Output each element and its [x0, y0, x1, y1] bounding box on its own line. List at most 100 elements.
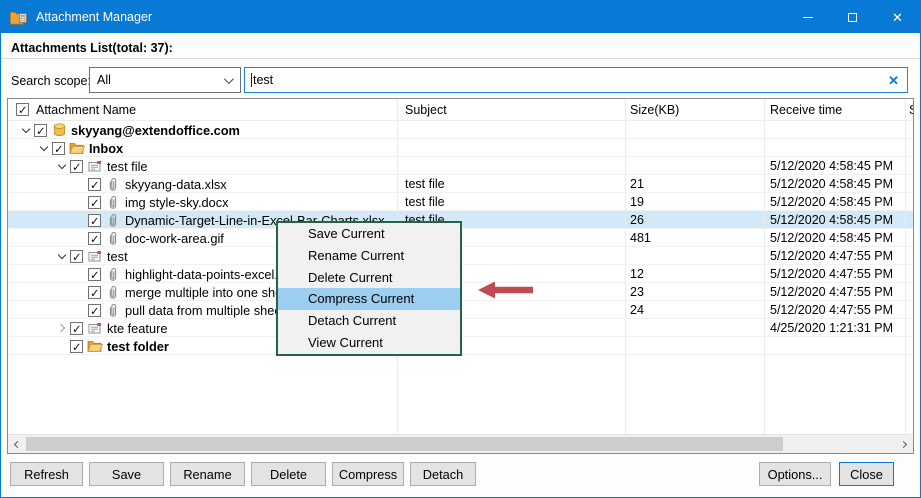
- account-icon: [51, 122, 67, 138]
- attachment-name-text: Inbox: [89, 140, 124, 156]
- attachment-name-text: test file: [107, 158, 148, 174]
- scrollbar-thumb[interactable]: [26, 437, 783, 451]
- minimize-icon: [802, 16, 813, 18]
- expander-expanded-icon[interactable]: [17, 122, 34, 139]
- mail-icon: [87, 320, 103, 336]
- row-checkbox[interactable]: [70, 339, 83, 354]
- search-scope-label: Search scope:: [11, 74, 91, 88]
- row-name-cell: Inbox: [8, 139, 123, 157]
- attachment-manager-window: Attachment Manager ✕ Attachments List(to…: [0, 0, 921, 498]
- size-cell: 23: [630, 285, 644, 299]
- receive-time-cell: 5/12/2020 4:58:45 PM: [770, 231, 894, 245]
- column-attachment-name[interactable]: Attachment Name: [36, 103, 136, 117]
- attachments-total-label: Attachments List(total: 37):: [11, 41, 173, 55]
- close-button[interactable]: ✕: [875, 1, 920, 33]
- compress-button[interactable]: Compress: [332, 462, 404, 486]
- mail-icon: [87, 248, 103, 264]
- minimize-button[interactable]: [785, 1, 830, 33]
- row-name-cell: kte feature: [8, 319, 167, 337]
- column-subject[interactable]: Subject: [405, 103, 447, 117]
- receive-time-cell: 5/12/2020 4:58:45 PM: [770, 159, 894, 173]
- search-scope-value: All: [97, 73, 111, 87]
- select-all-checkbox[interactable]: [16, 103, 29, 117]
- column-size[interactable]: Size(KB): [630, 103, 679, 117]
- menu-item-compress-current[interactable]: Compress Current: [278, 288, 460, 311]
- row-name-cell: doc-work-area.gif: [8, 229, 224, 247]
- tree-row[interactable]: Inbox: [8, 139, 913, 157]
- detach-button[interactable]: Detach: [410, 462, 476, 486]
- expander-expanded-icon[interactable]: [53, 158, 70, 175]
- receive-time-cell: 5/12/2020 4:47:55 PM: [770, 285, 894, 299]
- tree-row[interactable]: img style-sky.docx test file 19 5/12/2020 4…: [8, 193, 913, 211]
- maximize-icon: [848, 12, 857, 22]
- column-truncated[interactable]: S: [909, 103, 913, 117]
- subject-cell: test file: [405, 177, 445, 191]
- row-checkbox[interactable]: [88, 231, 101, 246]
- paperclip-icon: [105, 176, 121, 192]
- row-checkbox[interactable]: [88, 195, 101, 210]
- close-dialog-button[interactable]: Close: [839, 462, 894, 486]
- receive-time-cell: 5/12/2020 4:58:45 PM: [770, 195, 894, 209]
- refresh-button[interactable]: Refresh: [10, 462, 83, 486]
- receive-time-cell: 5/12/2020 4:58:45 PM: [770, 177, 894, 191]
- menu-item-view-current[interactable]: View Current: [278, 332, 460, 354]
- row-checkbox[interactable]: [88, 303, 101, 318]
- row-name-cell: highlight-data-points-excel.: [8, 265, 278, 283]
- search-input[interactable]: test ✕: [244, 67, 908, 93]
- folder-icon: [69, 140, 85, 156]
- receive-time-cell: 5/12/2020 4:58:45 PM: [770, 213, 894, 227]
- column-receive-time[interactable]: Receive time: [770, 103, 842, 117]
- row-name-cell: skyyang@extendoffice.com: [8, 121, 240, 139]
- save-button[interactable]: Save: [89, 462, 164, 486]
- menu-item-rename-current[interactable]: Rename Current: [278, 245, 460, 267]
- chevron-down-icon: [223, 74, 234, 85]
- tree-row[interactable]: skyyang@extendoffice.com: [8, 121, 913, 139]
- row-checkbox[interactable]: [88, 267, 101, 282]
- app-icon: [10, 10, 27, 25]
- row-checkbox[interactable]: [70, 249, 83, 264]
- receive-time-cell: 4/25/2020 1:21:31 PM: [770, 321, 894, 335]
- row-name-cell: merge multiple into one shee: [8, 283, 289, 301]
- row-checkbox[interactable]: [88, 285, 101, 300]
- clear-search-icon[interactable]: ✕: [888, 73, 899, 89]
- row-checkbox[interactable]: [52, 141, 65, 156]
- row-checkbox[interactable]: [34, 123, 47, 138]
- menu-item-save-current[interactable]: Save Current: [278, 223, 460, 245]
- row-checkbox[interactable]: [70, 321, 83, 336]
- row-name-cell: test: [8, 247, 128, 265]
- receive-time-cell: 5/12/2020 4:47:55 PM: [770, 249, 894, 263]
- menu-item-delete-current[interactable]: Delete Current: [278, 267, 460, 289]
- horizontal-scrollbar[interactable]: [8, 434, 913, 453]
- row-checkbox[interactable]: [88, 177, 101, 192]
- size-cell: 481: [630, 231, 651, 245]
- header-separator: [1, 58, 920, 59]
- scroll-left-icon[interactable]: [8, 435, 25, 453]
- search-scope-dropdown[interactable]: All: [89, 67, 241, 93]
- expander-expanded-icon[interactable]: [35, 140, 52, 157]
- attachment-name-text: pull data from multiple sheet: [125, 302, 286, 318]
- table-header: Attachment Name Subject Size(KB) Receive…: [8, 99, 913, 121]
- expander-collapsed-icon[interactable]: [53, 320, 70, 337]
- row-name-cell: skyyang-data.xlsx: [8, 175, 227, 193]
- delete-button[interactable]: Delete: [251, 462, 326, 486]
- paperclip-icon: [105, 284, 121, 300]
- folder-icon: [87, 338, 103, 354]
- receive-time-cell: 5/12/2020 4:47:55 PM: [770, 267, 894, 281]
- scroll-right-icon[interactable]: [896, 435, 913, 453]
- attachment-name-text: doc-work-area.gif: [125, 230, 224, 246]
- menu-item-detach-current[interactable]: Detach Current: [278, 310, 460, 332]
- rename-button[interactable]: Rename: [170, 462, 245, 486]
- maximize-button[interactable]: [830, 1, 875, 33]
- expander-expanded-icon[interactable]: [53, 248, 70, 265]
- tree-row[interactable]: skyyang-data.xlsx test file 21 5/12/2020 4:…: [8, 175, 913, 193]
- row-checkbox[interactable]: [70, 159, 83, 174]
- tree-row[interactable]: test file 5/12/2020 4:58:45 PM: [8, 157, 913, 175]
- row-checkbox[interactable]: [88, 213, 101, 228]
- options-button[interactable]: Options...: [759, 462, 831, 486]
- size-cell: 21: [630, 177, 644, 191]
- attachment-name-text: test: [107, 248, 128, 264]
